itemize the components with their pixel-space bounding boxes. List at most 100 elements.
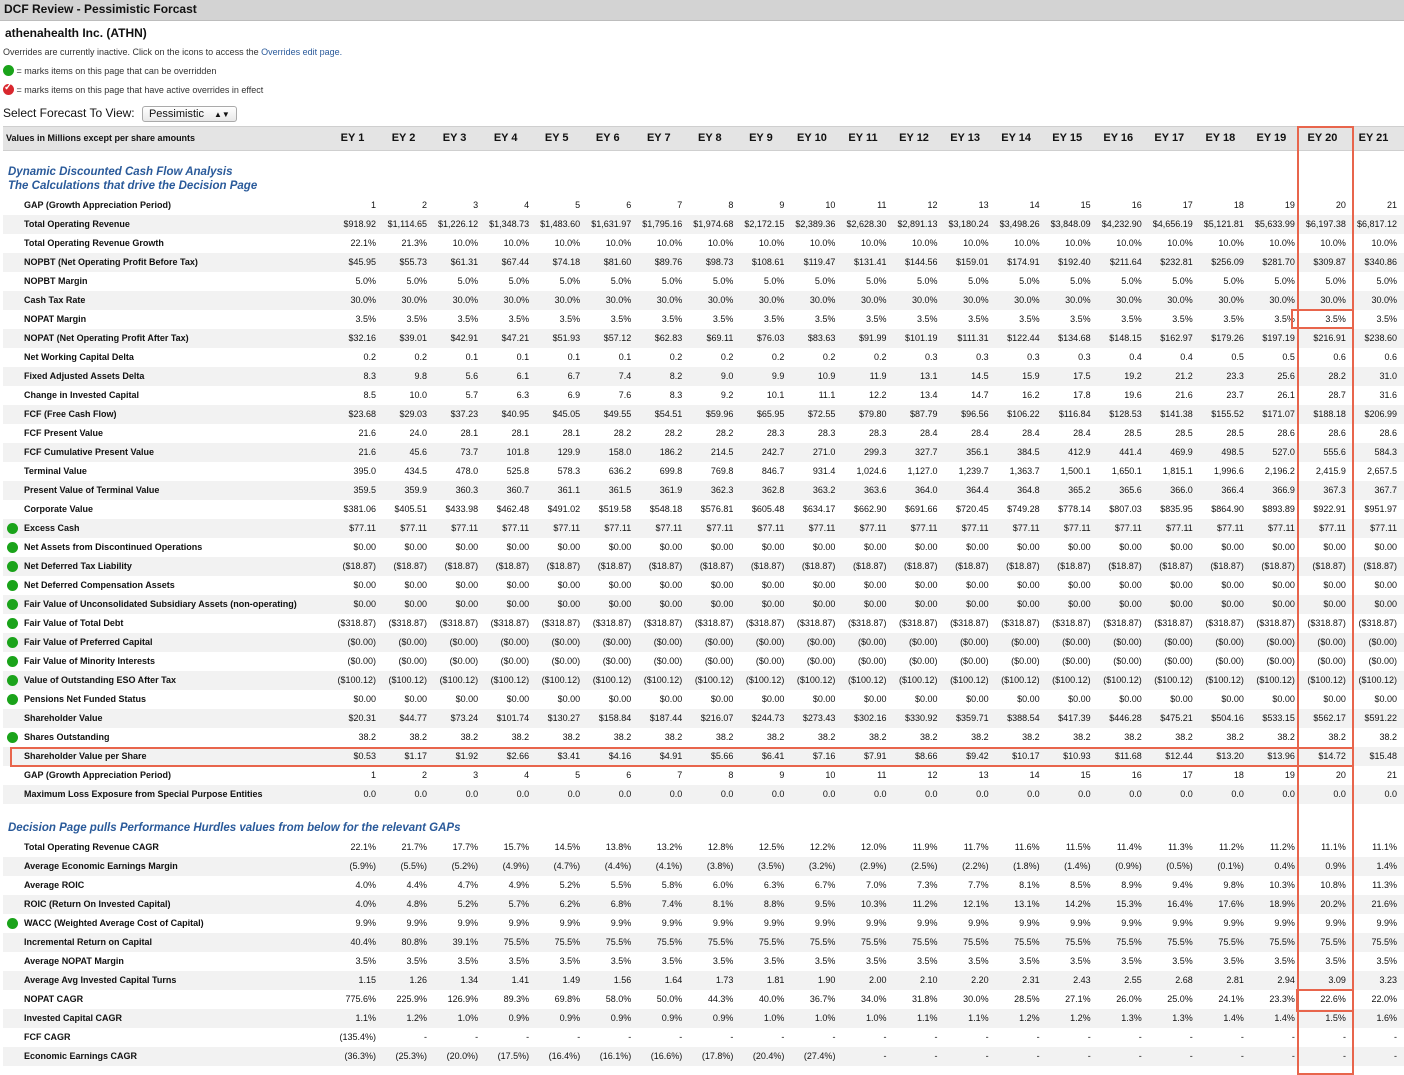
override-dot-icon[interactable] [7, 599, 18, 610]
table-cell: 28.4 [1073, 428, 1091, 438]
table-cell: 26.1 [1277, 390, 1295, 400]
row-label: Change in Invested Capital [24, 390, 140, 400]
table-cell: 3.5% [1376, 314, 1397, 324]
table-row: NOPBT Margin 5.0% 5.0% 5.0% 5.0% 5.0% 5.0% 5.0%… [3, 272, 1404, 291]
table-cell: $918.92 [343, 219, 376, 229]
table-cell: 0.9% [559, 1013, 581, 1023]
row-label: Economic Earnings CAGR [24, 1051, 138, 1061]
table-cell: 0.0 [516, 789, 530, 799]
table-cell: $101.74 [496, 713, 530, 723]
table-cell: $2.66 [506, 751, 530, 761]
override-dot-icon[interactable] [7, 618, 18, 629]
table-cell: $0.00 [1272, 599, 1295, 609]
table-cell: 24.1% [1218, 994, 1244, 1004]
table-cell: 5.0% [1376, 276, 1397, 286]
table-cell: ($100.12) [899, 675, 938, 685]
section2-title: Decision Page pulls Performance Hurdles … [8, 822, 461, 834]
table-cell: (1.4%) [1064, 861, 1091, 871]
table-cell: 366.0 [1170, 485, 1193, 495]
table-cell: 6.3 [516, 390, 530, 400]
table-cell: 5.0% [814, 276, 836, 286]
table-cell: 3.5% [917, 956, 938, 966]
table-cell: 11.2% [1218, 842, 1244, 852]
table-cell: 75.5% [503, 937, 530, 947]
table-cell: $111.31 [957, 333, 989, 343]
table-cell: 6.7 [567, 371, 581, 381]
table-cell: $951.97 [1364, 504, 1397, 514]
table-cell: 0.9% [712, 1013, 734, 1023]
table-cell: 8.2 [669, 371, 683, 381]
table-cell: 3.5% [1172, 956, 1193, 966]
table-cell: 0.4% [1274, 861, 1295, 871]
table-cell: ($318.87) [899, 618, 938, 628]
row-label: Net Deferred Compensation Assets [24, 580, 175, 590]
table-cell: $119.47 [803, 257, 836, 267]
override-dot-icon[interactable] [7, 523, 18, 534]
override-dot-icon[interactable] [7, 561, 18, 572]
overrides-note-text: Overrides are currently inactive. Click … [3, 47, 259, 57]
table-cell: 9.9% [661, 918, 683, 928]
table-cell: ($318.87) [1052, 618, 1091, 628]
table-cell: ($100.12) [847, 675, 887, 685]
table-cell: $188.18 [1313, 409, 1346, 419]
table-cell: 361.1 [557, 485, 581, 495]
table-cell: 14.5 [971, 371, 989, 381]
table-cell: 45.6 [409, 447, 428, 457]
table-cell: 30.0% [656, 295, 683, 305]
table-cell: ($318.87) [541, 618, 581, 628]
table-cell: 5.0% [1274, 276, 1295, 286]
table-cell: 1.2% [1019, 1013, 1040, 1023]
table-cell: 31.6 [1379, 390, 1397, 400]
table-cell: 15.9 [1022, 371, 1040, 381]
table-cell: $0.00 [1323, 599, 1346, 609]
table-cell: $0.00 [608, 599, 632, 609]
table-cell: ($18.87) [546, 561, 581, 571]
override-dot-icon[interactable] [7, 918, 18, 929]
table-cell: $0.00 [915, 580, 938, 590]
table-cell: 3.5% [917, 314, 938, 324]
override-dot-icon[interactable] [7, 675, 18, 686]
table-cell: 22.6% [1320, 994, 1346, 1004]
table-cell: - [832, 1032, 836, 1042]
table-cell: 1,024.6 [856, 466, 887, 476]
table-cell: $0.00 [659, 599, 683, 609]
override-dot-icon[interactable] [7, 694, 18, 705]
override-dot-icon[interactable] [7, 580, 18, 591]
table-cell: $1.92 [455, 751, 479, 761]
table-cell: ($0.00) [653, 656, 683, 666]
table-cell: ($18.87) [648, 561, 683, 571]
override-dot-icon[interactable] [7, 732, 18, 743]
table-cell: $0.00 [966, 694, 989, 704]
table-cell: $388.54 [1007, 713, 1040, 723]
table-cell: 28.2 [715, 428, 734, 438]
row-label: Average ROIC [24, 880, 85, 890]
table-cell: 20 [1335, 770, 1346, 780]
table-cell: $446.28 [1109, 713, 1142, 723]
table-row: Fair Value of Minority Interests ($0.00) (… [3, 652, 1404, 671]
override-dot-icon[interactable] [7, 637, 18, 648]
table-cell: 75.5% [656, 937, 683, 947]
table-cell: 8.5 [363, 390, 376, 400]
table-cell: 10.3% [860, 899, 887, 909]
table-cell: 1.3% [1172, 1013, 1193, 1023]
table-cell: 0.2 [720, 352, 734, 362]
table-cell: $0.00 [506, 542, 530, 552]
override-dot-icon[interactable] [7, 542, 18, 553]
overrides-edit-link[interactable]: Overrides edit page. [261, 47, 342, 57]
table-cell: 9.2 [720, 390, 734, 400]
table-cell: (0.1%) [1217, 861, 1244, 871]
table-cell: $77.11 [349, 523, 376, 533]
forecast-select[interactable]: Pessimistic ▲▼ [141, 106, 237, 122]
table-cell: 1,500.1 [1060, 466, 1091, 476]
table-cell: $0.00 [915, 542, 938, 552]
table-cell: 3.5% [1121, 314, 1142, 324]
table-cell: 75.5% [1116, 937, 1142, 947]
table-cell: 434.5 [404, 466, 428, 476]
table-cell: $13.20 [1216, 751, 1244, 761]
table-cell: 28.7 [1328, 390, 1346, 400]
table-cell: 10.0% [1014, 238, 1040, 248]
override-dot-icon[interactable] [7, 656, 18, 667]
table-cell: 38.2 [1226, 732, 1244, 742]
table-cell: - [934, 1051, 938, 1061]
table-cell: 3.5% [1376, 956, 1397, 966]
